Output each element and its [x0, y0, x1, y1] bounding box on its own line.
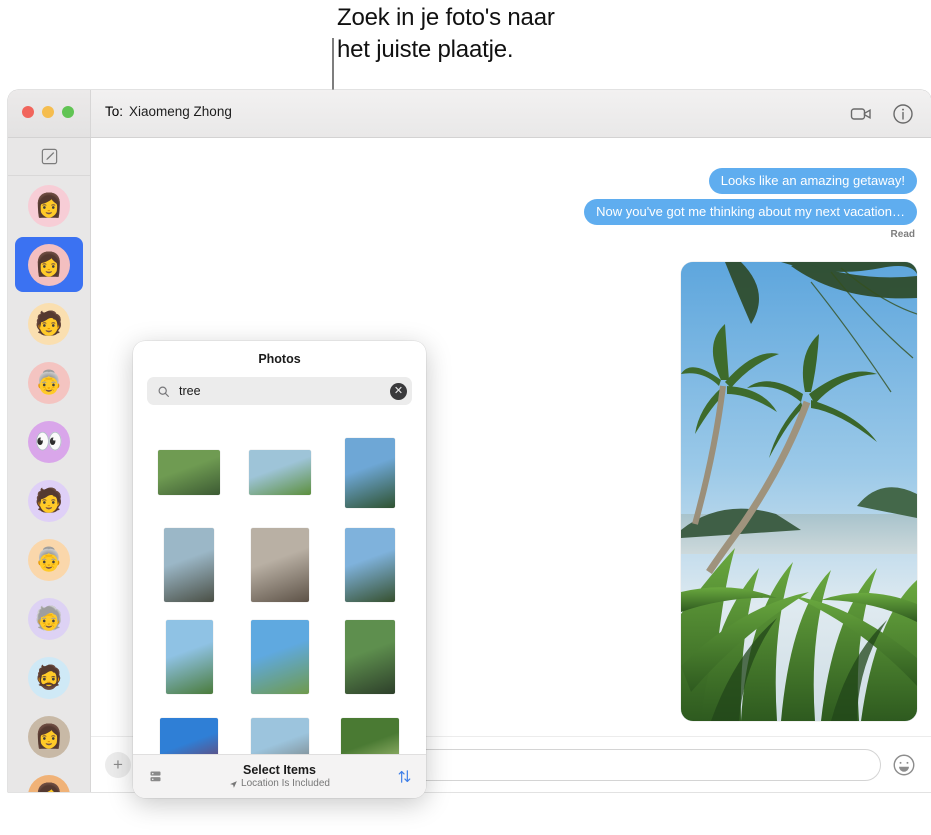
avatar: 🧔: [28, 656, 70, 699]
photos-popover: Photos tree ✕ Select Items Location Is I…: [133, 341, 426, 798]
photo-results-grid: [133, 420, 426, 754]
location-note-label: Location Is Included: [241, 778, 330, 790]
photo-palm-river[interactable]: [345, 437, 395, 508]
conversation-avatar-4[interactable]: 👵: [8, 353, 90, 412]
conversation-avatar-2[interactable]: 👩: [8, 235, 90, 294]
conversation-avatar-3[interactable]: 🧑: [8, 294, 90, 353]
photo-palm-path[interactable]: [345, 619, 395, 694]
photo-cell: [147, 708, 231, 754]
conversation-avatar-5[interactable]: 👀: [8, 412, 90, 471]
photo-jungle-stream[interactable]: [345, 527, 395, 602]
photo-cell: [328, 524, 412, 605]
sort-order-icon[interactable]: [382, 768, 426, 785]
facetime-video-icon[interactable]: [849, 102, 873, 126]
minimize-window-button[interactable]: [42, 106, 54, 118]
photo-beach-shore[interactable]: [250, 717, 309, 754]
photo-dog-in-flowers[interactable]: [250, 619, 309, 694]
avatar: 🧓: [28, 597, 70, 640]
conversation-list: 👩 👩 🧑 👵 👀 🧑 👵 🧓 🧔 👩 👩: [8, 176, 90, 792]
message-row-1: Looks like an amazing getaway!: [91, 168, 931, 194]
photos-panel-title: Photos: [258, 352, 301, 366]
avatar: 👀: [28, 420, 70, 463]
recipient-row[interactable]: To: Xiaomeng Zhong: [105, 104, 232, 119]
message-row-2: Now you've got me thinking about my next…: [91, 199, 931, 225]
avatar: 👩: [28, 774, 70, 792]
conversation-avatar-9[interactable]: 🧔: [8, 648, 90, 707]
add-attachment-button[interactable]: +: [105, 751, 131, 778]
avatar: 👵: [28, 538, 70, 581]
conversation-avatar-6[interactable]: 🧑: [8, 471, 90, 530]
photo-grid-row: [147, 708, 412, 754]
titlebar-actions: [849, 102, 915, 126]
photo-green-meadow[interactable]: [248, 450, 311, 495]
conversation-avatar-10[interactable]: 👩: [8, 707, 90, 766]
location-note-row: Location Is Included: [177, 778, 382, 790]
conversation-avatar-1[interactable]: 👩: [8, 176, 90, 235]
conversation-avatar-8[interactable]: 🧓: [8, 589, 90, 648]
photo-forest-rocks[interactable]: [158, 450, 220, 495]
search-input-value[interactable]: tree: [179, 384, 390, 398]
conversation-avatar-11[interactable]: 👩: [8, 766, 90, 792]
zoom-window-button[interactable]: [62, 106, 74, 118]
photo-grid-row: [147, 616, 412, 697]
close-window-button[interactable]: [22, 106, 34, 118]
to-label: To:: [105, 104, 124, 119]
conversation-avatar-7[interactable]: 👵: [8, 530, 90, 589]
delivery-status-row: Read: [91, 229, 931, 240]
location-arrow-icon: [230, 780, 237, 788]
avatar: 🧑: [28, 302, 70, 345]
avatar: 👵: [28, 361, 70, 404]
photo-library-icon[interactable]: [133, 769, 177, 784]
photo-red-leaves-sky[interactable]: [160, 717, 218, 754]
emoji-picker-icon[interactable]: [891, 752, 917, 778]
message-bubble-outgoing[interactable]: Now you've got me thinking about my next…: [584, 199, 917, 225]
photos-panel-footer: Select Items Location Is Included: [133, 754, 426, 798]
photo-cell: [328, 616, 412, 697]
compose-icon: [40, 147, 59, 166]
avatar: 👩: [28, 243, 70, 286]
photo-cell: [238, 524, 322, 605]
photo-cell: [147, 616, 231, 697]
select-items-label[interactable]: Select Items: [177, 763, 382, 777]
photo-coastal-cliffs[interactable]: [164, 527, 214, 602]
window-titlebar: To: Xiaomeng Zhong: [8, 90, 931, 138]
recipient-name: Xiaomeng Zhong: [129, 104, 232, 119]
clear-search-icon[interactable]: ✕: [390, 382, 407, 400]
footer-center: Select Items Location Is Included: [177, 763, 382, 790]
conversations-sidebar[interactable]: 👩 👩 🧑 👵 👀 🧑 👵 🧓 🧔 👩 👩: [8, 138, 91, 792]
window-traffic-lights: [22, 106, 74, 118]
details-info-icon[interactable]: [891, 102, 915, 126]
avatar: 👩: [28, 715, 70, 758]
photo-sea-stacks[interactable]: [250, 527, 309, 602]
compose-message-button[interactable]: [8, 138, 90, 176]
photo-cell: [238, 708, 322, 754]
photo-white-blossom[interactable]: [341, 717, 399, 754]
status-badge: Read: [890, 229, 915, 240]
photos-search-field[interactable]: tree ✕: [147, 377, 412, 405]
photo-cell: [328, 432, 412, 513]
callout-text: Zoek in je foto's naar het juiste plaatj…: [337, 4, 555, 63]
message-bubble-outgoing[interactable]: Looks like an amazing getaway!: [708, 168, 917, 194]
photo-grid-row: [147, 524, 412, 605]
tropical-beach-palm-photo[interactable]: [681, 262, 917, 721]
search-icon: [157, 385, 170, 398]
photo-cell: [238, 616, 322, 697]
photo-cell: [328, 708, 412, 754]
photo-palms-sky[interactable]: [165, 619, 213, 694]
avatar: 🧑: [28, 479, 70, 522]
photo-cell: [238, 432, 322, 513]
photo-cell: [147, 524, 231, 605]
photo-grid-row: [147, 432, 412, 513]
photo-cell: [147, 432, 231, 513]
attachment-artwork: [681, 262, 917, 721]
avatar: 👩: [28, 184, 70, 227]
